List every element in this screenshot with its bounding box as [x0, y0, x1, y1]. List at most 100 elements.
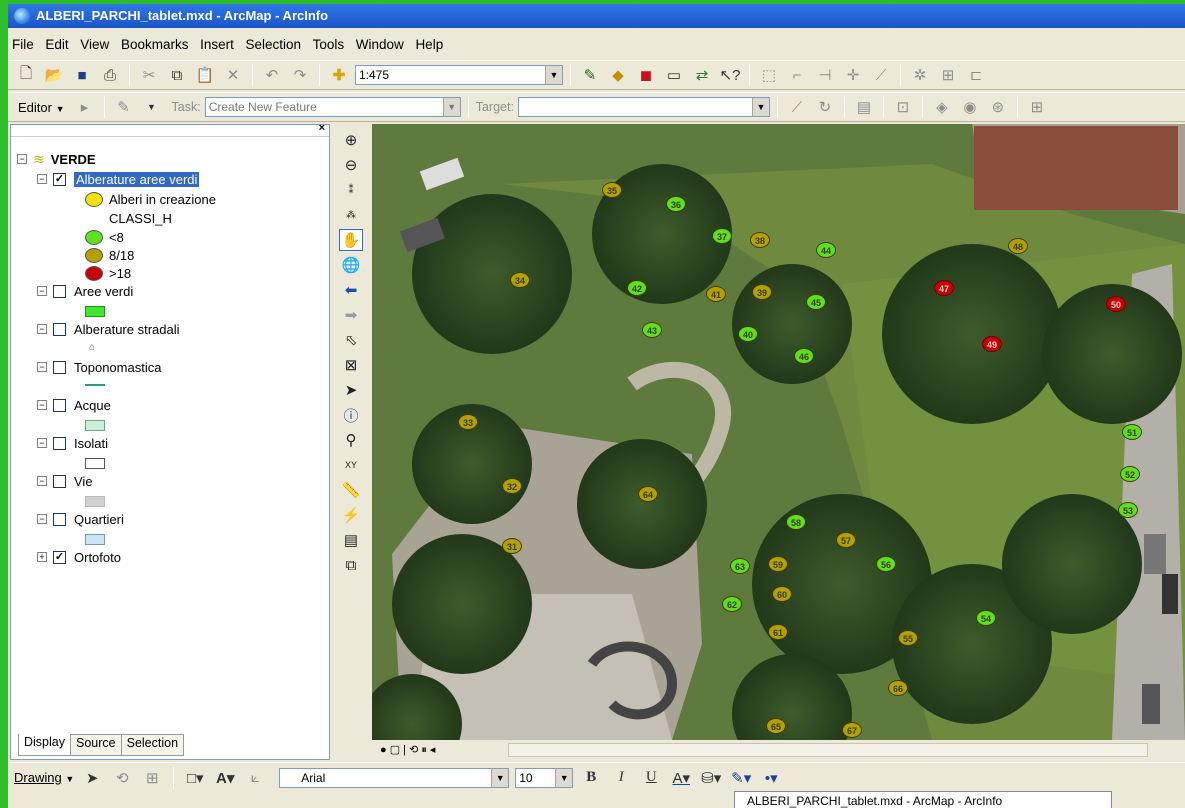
- font-color-icon[interactable]: A▾: [669, 766, 693, 790]
- menu-help[interactable]: Help: [415, 37, 443, 52]
- snap-tool-icon[interactable]: ✛: [841, 63, 865, 87]
- trace-tool-icon[interactable]: ⟋: [869, 63, 893, 87]
- html-popup-icon[interactable]: ▤: [339, 529, 363, 551]
- font-combo[interactable]: Arial ▼: [279, 767, 510, 788]
- collapse-icon[interactable]: −: [37, 438, 47, 448]
- tree-marker-61[interactable]: 61: [768, 624, 788, 640]
- layer-acque[interactable]: − Acque: [37, 395, 111, 415]
- tree-marker-31[interactable]: 31: [502, 538, 522, 554]
- horizontal-scrollbar[interactable]: [508, 743, 1148, 757]
- error-inspector-icon[interactable]: ⊞: [1025, 95, 1049, 119]
- find-binoculars-icon[interactable]: ⚲: [339, 429, 363, 451]
- edit-arrow-icon[interactable]: ▸: [73, 95, 97, 119]
- select-elements-icon[interactable]: ➤: [339, 379, 363, 401]
- fixed-zoom-out-icon[interactable]: ⁂: [339, 204, 363, 226]
- full-extent-globe-icon[interactable]: 🌐: [339, 254, 363, 276]
- tree-marker-43[interactable]: 43: [642, 322, 662, 338]
- menu-file[interactable]: File: [12, 37, 34, 52]
- menu-bookmarks[interactable]: Bookmarks: [121, 37, 189, 52]
- menu-edit[interactable]: Edit: [45, 37, 68, 52]
- collapse-icon[interactable]: −: [37, 324, 47, 334]
- layer-checkbox[interactable]: [53, 512, 66, 526]
- menu-tools[interactable]: Tools: [313, 37, 345, 52]
- topology-edit-icon[interactable]: ◈: [930, 95, 954, 119]
- font-size-combo[interactable]: 10 ▼: [515, 767, 574, 788]
- zoom-whole-page-icon[interactable]: ⊞: [140, 766, 164, 790]
- tree-marker-45[interactable]: 45: [806, 294, 826, 310]
- tree-marker-65[interactable]: 65: [766, 718, 786, 734]
- layer-toponomastica[interactable]: − Toponomastica: [37, 357, 161, 377]
- layer-alberature-aree-verdi[interactable]: − ✓ Alberature aree verdi: [37, 169, 200, 189]
- tree-marker-34[interactable]: 34: [510, 272, 530, 288]
- chevron-down-icon[interactable]: ▼: [751, 98, 769, 116]
- tree-marker-58[interactable]: 58: [786, 514, 806, 530]
- layer-checkbox[interactable]: [53, 360, 66, 374]
- tree-marker-66[interactable]: 66: [888, 680, 908, 696]
- rectangle-icon[interactable]: □▾: [183, 766, 207, 790]
- data-view-icon[interactable]: ● ▢ | ⟲ ⏸ ◂: [380, 744, 435, 756]
- tree-marker-49[interactable]: 49: [982, 336, 1002, 352]
- tree-marker-53[interactable]: 53: [1118, 502, 1138, 518]
- next-extent-icon[interactable]: ➡: [339, 304, 363, 326]
- layer-checkbox[interactable]: ✓: [53, 550, 66, 564]
- sketch-tool-icon[interactable]: ⬚: [757, 63, 781, 87]
- layer-aree-verdi[interactable]: − Aree verdi: [37, 281, 133, 301]
- tree-marker-55[interactable]: 55: [898, 630, 918, 646]
- tree-marker-52[interactable]: 52: [1120, 466, 1140, 482]
- new-document-icon[interactable]: 🗋: [14, 63, 38, 87]
- bold-icon[interactable]: B: [579, 766, 603, 790]
- tree-marker-48[interactable]: 48: [1008, 238, 1028, 254]
- identify-icon[interactable]: ⓘ: [339, 404, 363, 426]
- layer-checkbox[interactable]: ✓: [53, 172, 66, 186]
- tree-marker-60[interactable]: 60: [772, 586, 792, 602]
- split-tool-icon[interactable]: ⟋: [785, 95, 809, 119]
- layer-checkbox[interactable]: [53, 284, 66, 298]
- tree-marker-63[interactable]: 63: [730, 558, 750, 574]
- zoom-out-icon[interactable]: ⊖: [339, 154, 363, 176]
- magnifier-window-icon[interactable]: ⧉: [339, 554, 363, 576]
- command-line-icon[interactable]: ▭: [662, 63, 686, 87]
- tree-marker-32[interactable]: 32: [502, 478, 522, 494]
- map-view[interactable]: 35 36 37 38 44 48 34 42 41 39 45 47 50 43 40 49 46 33 51 52…: [372, 124, 1185, 740]
- line-color-icon[interactable]: ✎▾: [729, 766, 753, 790]
- tree-marker-33[interactable]: 33: [458, 414, 478, 430]
- paste-icon[interactable]: 📋: [193, 63, 217, 87]
- tree-marker-44[interactable]: 44: [816, 242, 836, 258]
- fixed-zoom-in-icon[interactable]: ⁑: [339, 179, 363, 201]
- fix-tool-icon[interactable]: ⊛: [986, 95, 1010, 119]
- tree-marker-57[interactable]: 57: [836, 532, 856, 548]
- collapse-icon[interactable]: −: [37, 400, 47, 410]
- tree-marker-42[interactable]: 42: [627, 280, 647, 296]
- drawing-menu[interactable]: Drawing ▼: [14, 770, 74, 785]
- fill-color-icon[interactable]: ⛁▾: [699, 766, 723, 790]
- tree-marker-56[interactable]: 56: [876, 556, 896, 572]
- network-tool-icon[interactable]: ✲: [908, 63, 932, 87]
- chevron-down-icon[interactable]: ▼: [545, 66, 562, 84]
- tree-marker-54[interactable]: 54: [976, 610, 996, 626]
- tab-selection[interactable]: Selection: [120, 734, 185, 756]
- hyperlink-icon[interactable]: ⚡: [339, 504, 363, 526]
- menu-insert[interactable]: Insert: [200, 37, 234, 52]
- undo-icon[interactable]: ↶: [260, 63, 284, 87]
- tree-marker-36[interactable]: 36: [666, 196, 686, 212]
- redo-icon[interactable]: ↷: [288, 63, 312, 87]
- close-icon[interactable]: ×: [319, 122, 325, 134]
- layer-checkbox[interactable]: [53, 398, 66, 412]
- zoom-in-icon[interactable]: ⊕: [339, 129, 363, 151]
- pan-hand-icon[interactable]: ✋: [339, 229, 363, 251]
- cut-icon[interactable]: ✂: [137, 63, 161, 87]
- arctoolbox-icon[interactable]: ◼: [634, 63, 658, 87]
- tab-display[interactable]: Display: [18, 734, 71, 756]
- topology-tool-icon[interactable]: ⊞: [936, 63, 960, 87]
- tab-source[interactable]: Source: [70, 734, 122, 756]
- tree-marker-41[interactable]: 41: [706, 286, 726, 302]
- chevron-down-icon[interactable]: ▼: [442, 98, 460, 116]
- collapse-icon[interactable]: −: [17, 154, 27, 164]
- layer-group-verde[interactable]: − ≋ VERDE: [17, 149, 96, 169]
- delete-icon[interactable]: ✕: [221, 63, 245, 87]
- collapse-icon[interactable]: −: [37, 174, 47, 184]
- tree-marker-59[interactable]: 59: [768, 556, 788, 572]
- measure-icon[interactable]: 📏: [339, 479, 363, 501]
- collapse-icon[interactable]: −: [37, 514, 47, 524]
- sketch-properties-icon[interactable]: ⊡: [891, 95, 915, 119]
